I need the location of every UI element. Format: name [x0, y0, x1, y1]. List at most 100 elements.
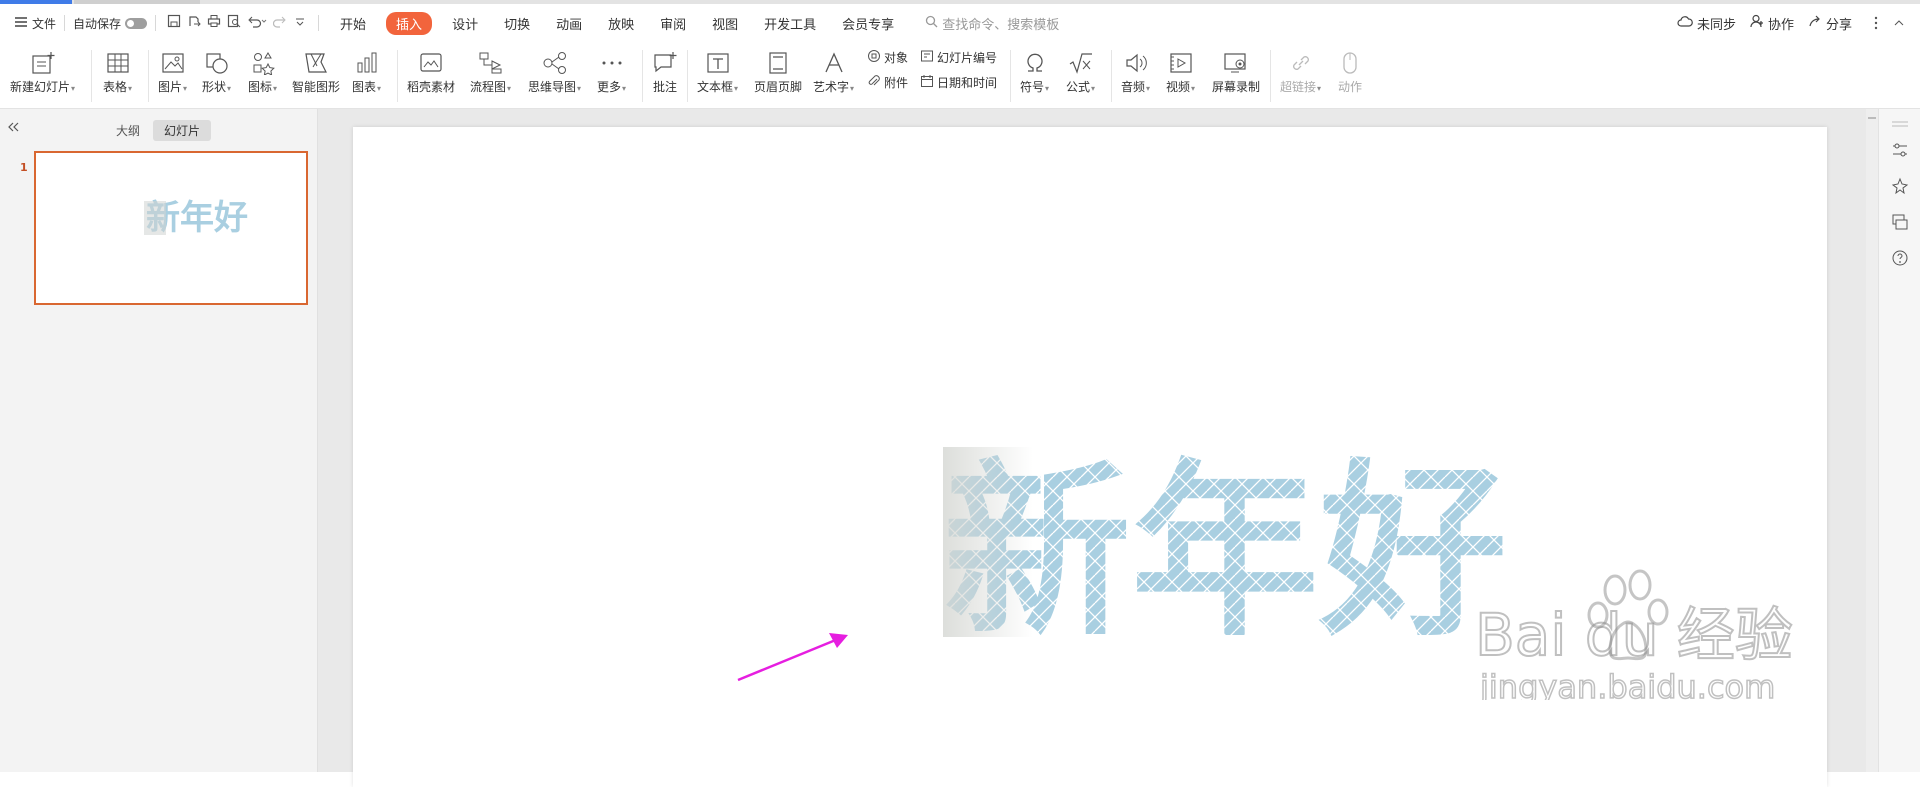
material-icon: [418, 48, 444, 78]
hyperlink-button[interactable]: 超链接▾: [1280, 48, 1321, 95]
toggle-switch-icon: [125, 17, 148, 29]
screen-record-icon: [1223, 48, 1249, 78]
sync-button[interactable]: 未同步: [1677, 14, 1736, 33]
wordart-label: 艺术字: [813, 80, 850, 94]
right-tool-rail: [1878, 109, 1920, 772]
wordart-button[interactable]: 艺术字▾: [813, 48, 854, 95]
smart-shape-icon: [303, 48, 329, 78]
mindmap-button[interactable]: 思维导图▾: [528, 48, 581, 95]
chart-button[interactable]: 图表▾: [352, 48, 381, 95]
table-icon: [106, 48, 130, 78]
shape-button[interactable]: 形状▾: [202, 48, 231, 95]
tab-outline[interactable]: 大纲: [105, 120, 151, 141]
tab-transitions[interactable]: 切换: [504, 14, 530, 33]
material-button[interactable]: 稻壳素材: [407, 48, 455, 95]
help-icon[interactable]: [1891, 249, 1909, 267]
slide-number-icon: [920, 49, 934, 66]
datetime-button[interactable]: 日期和时间: [920, 74, 997, 91]
flowchart-label: 流程图: [470, 80, 507, 94]
slide-number-label: 幻灯片编号: [937, 51, 998, 65]
tab-home[interactable]: 开始: [340, 14, 366, 33]
chart-label: 图表: [352, 80, 377, 94]
photo-texture-overlay: [943, 447, 1033, 637]
more-button[interactable]: 更多▾: [597, 48, 626, 95]
collapse-ribbon-icon[interactable]: [1894, 20, 1904, 26]
share-button[interactable]: 分享: [1808, 14, 1852, 33]
mouse-icon: [1340, 48, 1360, 78]
tab-design[interactable]: 设计: [452, 14, 478, 33]
person-icon: [1750, 14, 1764, 32]
file-menu[interactable]: 文件: [14, 15, 56, 32]
audio-button[interactable]: 音频▾: [1121, 48, 1150, 95]
screen-record-button[interactable]: 屏幕录制: [1212, 48, 1260, 95]
slide-thumbnail[interactable]: 新年好: [34, 151, 308, 305]
customize-toolbar-icon[interactable]: [290, 16, 310, 31]
header-footer-button[interactable]: 页眉页脚: [754, 48, 802, 95]
icons-gallery-icon: [251, 48, 275, 78]
vertical-scrollbar[interactable]: [1866, 109, 1878, 772]
comment-button[interactable]: 批注: [652, 48, 678, 95]
comment-label: 批注: [652, 80, 677, 94]
header-footer-icon: [767, 48, 789, 78]
symbol-button[interactable]: 符号▾: [1020, 48, 1049, 95]
tab-developer[interactable]: 开发工具: [764, 14, 816, 33]
save-icon[interactable]: [164, 14, 184, 32]
tab-animations[interactable]: 动画: [556, 14, 582, 33]
print-preview-icon[interactable]: [224, 14, 244, 32]
formula-label: 公式: [1066, 80, 1091, 94]
more-label: 更多: [597, 80, 622, 94]
command-search[interactable]: 查找命令、搜索模板: [925, 14, 1059, 33]
flowchart-icon: [478, 48, 504, 78]
autosave-toggle[interactable]: 自动保存: [73, 15, 148, 32]
more-menu-icon[interactable]: [1874, 16, 1878, 30]
output-icon[interactable]: [184, 14, 204, 32]
tab-view[interactable]: 视图: [712, 14, 738, 33]
tab-member[interactable]: 会员专享: [842, 14, 894, 33]
flowchart-button[interactable]: 流程图▾: [470, 48, 511, 95]
file-menu-label: 文件: [32, 16, 57, 31]
search-icon: [925, 15, 938, 32]
tab-slides[interactable]: 幻灯片: [153, 120, 212, 141]
icon-button[interactable]: 图标▾: [248, 48, 277, 95]
slides-switch-icon[interactable]: [1891, 213, 1909, 231]
action-button[interactable]: 动作: [1338, 48, 1362, 95]
attachment-button[interactable]: 附件: [867, 74, 908, 91]
textbox-icon: [706, 48, 730, 78]
formula-icon: [1068, 48, 1094, 78]
insert-ribbon: 新建幻灯片▾ 表格▾ 图片▾ 形状▾ 图标▾ 智能图形 图表▾ 稻壳素材 流程图…: [0, 42, 1920, 109]
symbol-label: 符号: [1020, 80, 1045, 94]
wordart-icon: [822, 48, 846, 78]
picture-button[interactable]: 图片▾: [158, 48, 187, 95]
collapse-panel-icon[interactable]: [7, 119, 19, 137]
action-label: 动作: [1338, 80, 1363, 94]
object-button[interactable]: 对象: [867, 49, 908, 66]
sync-label: 未同步: [1696, 17, 1736, 33]
smart-shape-button[interactable]: 智能图形: [292, 48, 340, 95]
hyperlink-label: 超链接: [1280, 80, 1317, 94]
new-slide-button[interactable]: 新建幻灯片▾: [10, 48, 75, 95]
table-button[interactable]: 表格▾: [103, 48, 132, 95]
tab-slideshow[interactable]: 放映: [608, 14, 634, 33]
watermark-logo-text: Bai du 经验: [1475, 601, 1793, 669]
tab-review[interactable]: 审阅: [660, 14, 686, 33]
redo-icon[interactable]: [270, 14, 290, 32]
hamburger-icon: [14, 16, 28, 31]
undo-icon[interactable]: [244, 14, 270, 32]
textbox-button[interactable]: 文本框▾: [697, 48, 738, 95]
slide-thumbnail-number: 1: [20, 161, 28, 174]
share-icon: [1808, 14, 1822, 32]
audio-label: 音频: [1121, 80, 1146, 94]
collaborate-button[interactable]: 协作: [1750, 14, 1794, 33]
rail-handle-icon: [1891, 117, 1909, 135]
autosave-label: 自动保存: [73, 16, 122, 31]
attachment-label: 附件: [884, 76, 909, 90]
picture-label: 图片: [158, 80, 183, 94]
video-button[interactable]: 视频▾: [1166, 48, 1195, 95]
print-icon[interactable]: [204, 14, 224, 32]
tab-insert[interactable]: 插入: [386, 11, 433, 35]
magic-icon[interactable]: [1891, 177, 1909, 195]
formula-button[interactable]: 公式▾: [1066, 48, 1095, 95]
properties-slider-icon[interactable]: [1891, 141, 1909, 159]
mindmap-icon: [542, 48, 568, 78]
slide-number-button[interactable]: 幻灯片编号: [920, 49, 997, 66]
